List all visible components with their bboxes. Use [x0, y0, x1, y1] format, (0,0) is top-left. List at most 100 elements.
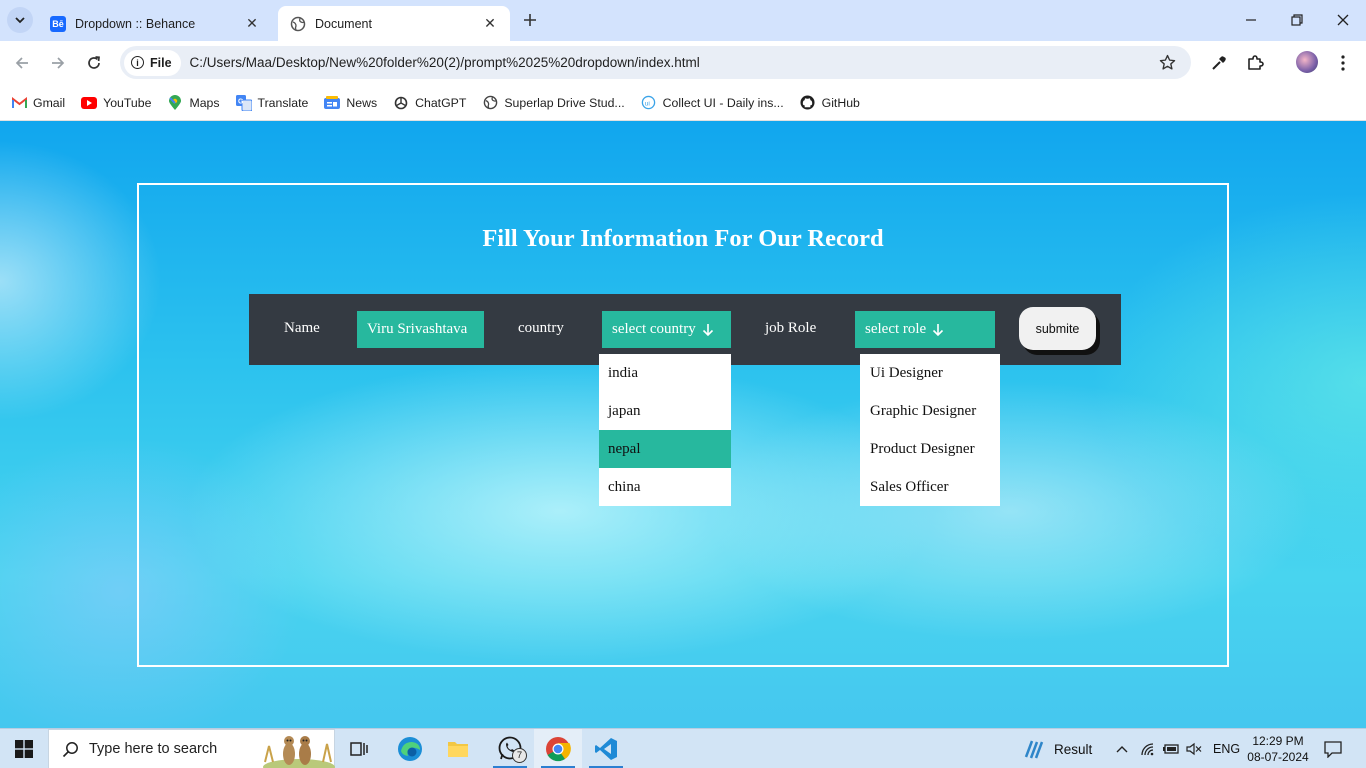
bookmark-label: YouTube	[103, 95, 152, 110]
weather-widget[interactable]: Result	[1022, 729, 1092, 768]
arrow-down-icon	[702, 323, 714, 336]
svg-text:G: G	[238, 98, 244, 105]
start-button[interactable]	[0, 729, 48, 768]
bookmark-github[interactable]: GitHub	[800, 95, 860, 111]
bookmark-chatgpt[interactable]: ChatGPT	[393, 95, 466, 111]
collectui-icon: ui	[641, 95, 657, 111]
language-indicator[interactable]: ENG	[1213, 729, 1240, 768]
country-select-label: select country	[612, 321, 696, 337]
bookmark-label: GitHub	[821, 95, 860, 110]
close-window-button[interactable]	[1320, 0, 1366, 40]
role-option-graphic-designer[interactable]: Graphic Designer	[860, 392, 1000, 430]
name-field[interactable]: Viru Srivashtava	[357, 311, 484, 348]
bookmark-youtube[interactable]: YouTube	[81, 95, 151, 111]
task-view-button[interactable]	[336, 729, 384, 768]
github-icon	[800, 95, 816, 111]
country-option-china[interactable]: china	[599, 468, 731, 506]
edge-icon	[398, 737, 422, 761]
bookmark-translate[interactable]: G Translate	[235, 94, 309, 111]
page-title: Fill Your Information For Our Record	[482, 225, 884, 252]
role-dropdown: Ui Designer Graphic Designer Product Des…	[860, 354, 1000, 506]
battery-status[interactable]	[1162, 729, 1180, 768]
scheme-label: File	[150, 55, 172, 70]
country-option-japan[interactable]: japan	[599, 392, 731, 430]
behance-icon: Bē	[50, 15, 66, 32]
bookmark-superlap[interactable]: Superlap Drive Stud...	[482, 95, 625, 111]
volume-status[interactable]	[1186, 729, 1202, 768]
taskbar-search[interactable]: Type here to search	[48, 729, 335, 768]
vscode-app[interactable]	[582, 729, 630, 768]
name-label: Name	[284, 320, 320, 336]
task-view-icon	[350, 742, 368, 756]
maps-icon	[167, 94, 183, 111]
country-option-india[interactable]: india	[599, 354, 731, 392]
minimize-icon	[1246, 19, 1256, 21]
arrow-left-icon	[15, 57, 28, 69]
country-option-nepal[interactable]: nepal	[599, 430, 731, 468]
extensions-icon[interactable]	[1243, 51, 1267, 75]
plus-icon	[524, 14, 536, 26]
profile-avatar[interactable]	[1296, 51, 1318, 73]
bookmark-gmail[interactable]: Gmail	[11, 95, 65, 111]
edge-app[interactable]	[386, 729, 434, 768]
meerkat-illustration-icon	[259, 732, 335, 768]
forward-button[interactable]	[46, 51, 70, 75]
bookmark-label: Translate	[257, 95, 309, 110]
role-option-ui-designer[interactable]: Ui Designer	[860, 354, 1000, 392]
tab-title: Document	[315, 16, 372, 31]
news-icon	[324, 95, 341, 111]
country-select[interactable]: select country	[602, 311, 731, 348]
bookmark-label: Collect UI - Daily ins...	[662, 95, 784, 110]
notification-icon	[1324, 740, 1342, 758]
search-icon	[62, 741, 79, 758]
tab-document[interactable]: Document ✕	[278, 6, 510, 41]
role-select[interactable]: select role	[855, 311, 995, 348]
site-info-chip[interactable]: i File	[124, 49, 181, 76]
file-explorer-app[interactable]	[434, 729, 482, 768]
arrow-down-icon	[932, 323, 944, 336]
close-icon[interactable]: ✕	[482, 15, 498, 32]
show-hidden-icons[interactable]	[1115, 729, 1129, 768]
back-button[interactable]	[10, 51, 34, 75]
chatgpt-icon	[393, 95, 409, 111]
chrome-icon	[546, 737, 571, 762]
url-text[interactable]: C:/Users/Maa/Desktop/New%20folder%20(2)/…	[190, 55, 1155, 70]
minimize-button[interactable]	[1228, 0, 1274, 40]
translate-icon: G	[235, 94, 252, 111]
clock-time: 12:29 PM	[1252, 734, 1304, 748]
chrome-app[interactable]	[534, 729, 582, 768]
browser-toolbar: i File C:/Users/Maa/Desktop/New%20folder…	[0, 41, 1366, 85]
close-icon[interactable]: ✕	[244, 15, 260, 32]
whatsapp-app[interactable]: 7	[486, 729, 534, 768]
bookmark-news[interactable]: News	[324, 95, 377, 111]
globe-icon	[482, 95, 498, 111]
new-tab-button[interactable]	[518, 8, 542, 32]
tab-behance[interactable]: Bē Dropdown :: Behance ✕	[38, 6, 272, 41]
cricket-icon	[1024, 740, 1044, 759]
bookmark-star-icon[interactable]	[1155, 51, 1179, 75]
notifications-button[interactable]	[1324, 729, 1342, 768]
taskbar: Type here to search 7 Result ENG 12:29 P	[0, 728, 1366, 768]
more-menu-icon[interactable]	[1331, 51, 1355, 75]
close-icon	[1337, 14, 1349, 26]
eyedropper-icon[interactable]	[1207, 51, 1231, 75]
tab-title: Dropdown :: Behance	[75, 16, 196, 31]
reload-button[interactable]	[82, 51, 106, 75]
address-bar[interactable]: i File C:/Users/Maa/Desktop/New%20folder…	[120, 46, 1191, 79]
clock-date: 08-07-2024	[1247, 750, 1309, 764]
tab-search-button[interactable]	[7, 7, 33, 33]
bookmark-label: Maps	[189, 95, 220, 110]
arrow-right-icon	[52, 57, 65, 69]
chevron-up-icon	[1116, 746, 1128, 753]
restore-button[interactable]	[1274, 0, 1320, 40]
bookmark-collectui[interactable]: ui Collect UI - Daily ins...	[641, 95, 784, 111]
globe-icon	[290, 16, 306, 32]
role-option-product-designer[interactable]: Product Designer	[860, 430, 1000, 468]
network-status[interactable]	[1140, 729, 1156, 768]
clock[interactable]: 12:29 PM 08-07-2024	[1247, 729, 1309, 768]
submit-button[interactable]: submite	[1019, 307, 1096, 350]
reload-icon	[88, 56, 100, 69]
role-option-sales-officer[interactable]: Sales Officer	[860, 468, 1000, 506]
bookmark-maps[interactable]: Maps	[167, 94, 220, 111]
chevron-down-icon	[15, 17, 25, 24]
